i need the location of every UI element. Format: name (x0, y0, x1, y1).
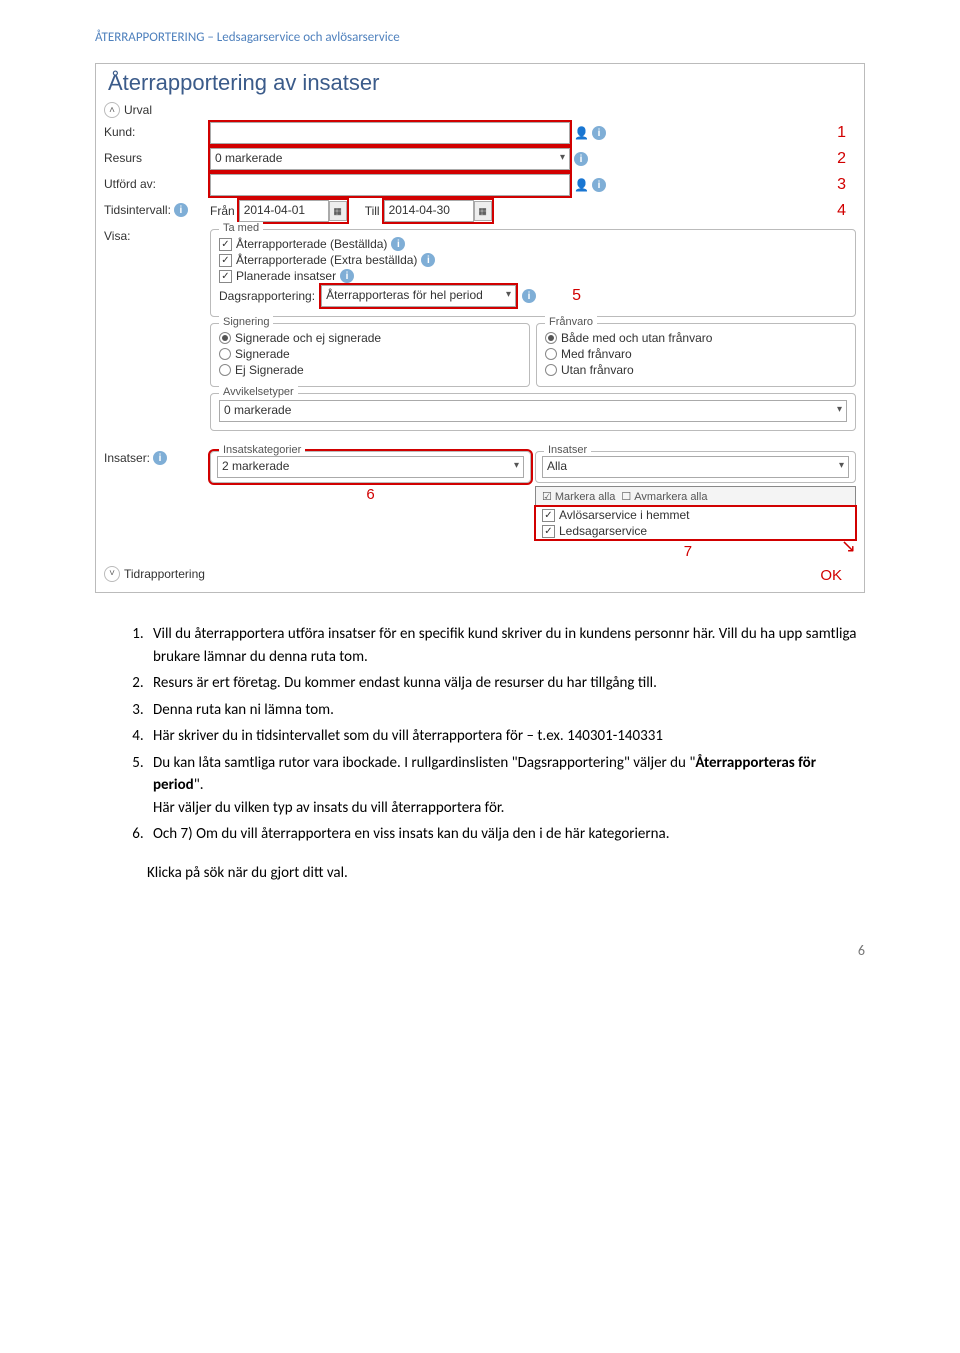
radio[interactable] (545, 364, 557, 376)
instruction-4: Här skriver du in tidsintervallet som du… (147, 725, 865, 748)
page-number: 6 (95, 942, 865, 959)
instruction-2: Resurs är ert företag. Du kommer endast … (147, 672, 865, 695)
tamed-legend: Ta med (219, 222, 263, 234)
fra-r2: Med frånvaro (561, 347, 632, 361)
dags-dropdown[interactable]: Återrapporteras för hel period (321, 285, 516, 307)
calendar-icon[interactable]: ▦ (474, 201, 492, 221)
info-icon[interactable]: i (340, 269, 354, 283)
visa-label: Visa: (104, 226, 202, 243)
info-icon[interactable]: i (391, 237, 405, 251)
info-icon[interactable]: i (592, 126, 606, 140)
callout-1: 1 (837, 124, 856, 142)
tidsintervall-label: Tidsintervall: (104, 203, 171, 217)
avvikelse-dropdown[interactable]: 0 markerade (219, 400, 847, 422)
insats-item-1[interactable]: Avlösarservice i hemmet (559, 508, 690, 522)
tamed-fieldset: Ta med ✓Återrapporterade (Beställda)i ✓Å… (210, 229, 856, 317)
ok-label: OK (820, 567, 856, 584)
checkall-icon: ☑ (542, 490, 552, 503)
info-icon[interactable]: i (421, 253, 435, 267)
arrow-icon: ↘ (841, 536, 856, 557)
radio[interactable] (545, 348, 557, 360)
checkbox[interactable]: ✓ (542, 525, 555, 538)
tamed-opt1: Återrapporterade (Beställda) (236, 237, 387, 251)
callout-3: 3 (837, 176, 856, 194)
info-icon[interactable]: i (592, 178, 606, 192)
tidrapportering-label: Tidrapportering (124, 567, 205, 581)
tamed-opt3: Planerade insatser (236, 269, 336, 283)
sig-r3: Ej Signerade (235, 363, 304, 377)
app-title: Återrapportering av insatser (96, 64, 864, 100)
person-icon[interactable]: 👤 (574, 178, 588, 192)
checkbox[interactable]: ✓ (542, 509, 555, 522)
markera-alla-button[interactable]: ☑Markera alla (542, 490, 615, 503)
insatser-label: Insatser: (104, 451, 150, 465)
utford-input[interactable] (210, 174, 570, 196)
callout-2: 2 (837, 150, 856, 168)
closing-text: Klicka på sök när du gjort ditt val. (95, 864, 865, 882)
kund-label: Kund: (104, 122, 202, 139)
checkbox[interactable]: ✓ (219, 254, 232, 267)
insatskategorier-dropdown[interactable]: 2 markerade (217, 456, 524, 478)
chevron-down-icon: ˅ (104, 566, 120, 582)
avvikelse-fieldset: Avvikelsetyper 0 markerade (210, 393, 856, 431)
sig-r1: Signerade och ej signerade (235, 331, 381, 345)
franvaro-fieldset: Frånvaro Både med och utan frånvaro Med … (536, 323, 856, 387)
fra-r3: Utan frånvaro (561, 363, 634, 377)
tamed-opt2: Återrapporterade (Extra beställda) (236, 253, 417, 267)
callout-5: 5 (572, 287, 591, 305)
chevron-up-icon: ˄ (104, 102, 120, 118)
resurs-dropdown[interactable]: 0 markerade (210, 148, 570, 170)
insatser-fieldset: Insatser Alla (535, 451, 856, 483)
uncheckall-icon: ☐ (621, 490, 631, 503)
franvaro-legend: Frånvaro (545, 316, 597, 328)
instruction-3: Denna ruta kan ni lämna tom. (147, 699, 865, 722)
insats-item-2[interactable]: Ledsagarservice (559, 524, 647, 538)
instruction-6: Och 7) Om du vill återrapportera en viss… (147, 823, 865, 846)
radio[interactable] (219, 332, 231, 344)
avvikelse-legend: Avvikelsetyper (219, 386, 298, 398)
radio[interactable] (219, 364, 231, 376)
radio[interactable] (219, 348, 231, 360)
till-label: Till (365, 204, 380, 218)
sig-r2: Signerade (235, 347, 290, 361)
info-icon[interactable]: i (522, 289, 536, 303)
checkbox[interactable]: ✓ (219, 238, 232, 251)
urval-section-header[interactable]: ˄ Urval (96, 100, 864, 120)
utford-label: Utförd av: (104, 174, 202, 191)
fra-r1: Både med och utan frånvaro (561, 331, 712, 345)
kund-input[interactable] (210, 122, 570, 144)
tidrapportering-section-header[interactable]: ˅ Tidrapportering (104, 564, 205, 584)
insatser-popup: ☑Markera alla ☐Avmarkera alla ✓ Avlösarse… (535, 486, 856, 540)
till-date-input[interactable]: 2014-04-30 (384, 200, 474, 222)
instruction-list: Vill du återrapportera utföra insatser f… (95, 623, 865, 846)
person-icon[interactable]: 👤 (574, 126, 588, 140)
radio[interactable] (545, 332, 557, 344)
insatser-dropdown[interactable]: Alla (542, 456, 849, 478)
callout-7: 7 (535, 543, 841, 560)
insatskategorier-legend: Insatskategorier (219, 444, 305, 456)
calendar-icon[interactable]: ▦ (329, 201, 347, 221)
resurs-label: Resurs (104, 148, 202, 165)
dags-label: Dagsrapportering: (219, 289, 315, 303)
signering-legend: Signering (219, 316, 273, 328)
callout-4: 4 (837, 202, 856, 220)
fran-date-input[interactable]: 2014-04-01 (239, 200, 329, 222)
avmarkera-alla-button[interactable]: ☐Avmarkera alla (621, 490, 707, 503)
app-window: Återrapportering av insatser ˄ Urval Kun… (95, 63, 865, 593)
instruction-1: Vill du återrapportera utföra insatser f… (147, 623, 865, 668)
instruction-5: Du kan låta samtliga rutor vara ibockade… (147, 752, 865, 820)
info-icon[interactable]: i (153, 451, 167, 465)
signering-fieldset: Signering Signerade och ej signerade Sig… (210, 323, 530, 387)
info-icon[interactable]: i (174, 203, 188, 217)
info-icon[interactable]: i (574, 152, 588, 166)
fran-label: Från (210, 204, 235, 218)
insatskategorier-fieldset: Insatskategorier 2 markerade (210, 451, 531, 483)
checkbox[interactable]: ✓ (219, 270, 232, 283)
urval-label: Urval (124, 103, 152, 117)
callout-6: 6 (210, 486, 531, 503)
page-header: ÅTERRAPPORTERING – Ledsagarservice och a… (95, 30, 865, 45)
insatser-legend: Insatser (544, 444, 591, 456)
